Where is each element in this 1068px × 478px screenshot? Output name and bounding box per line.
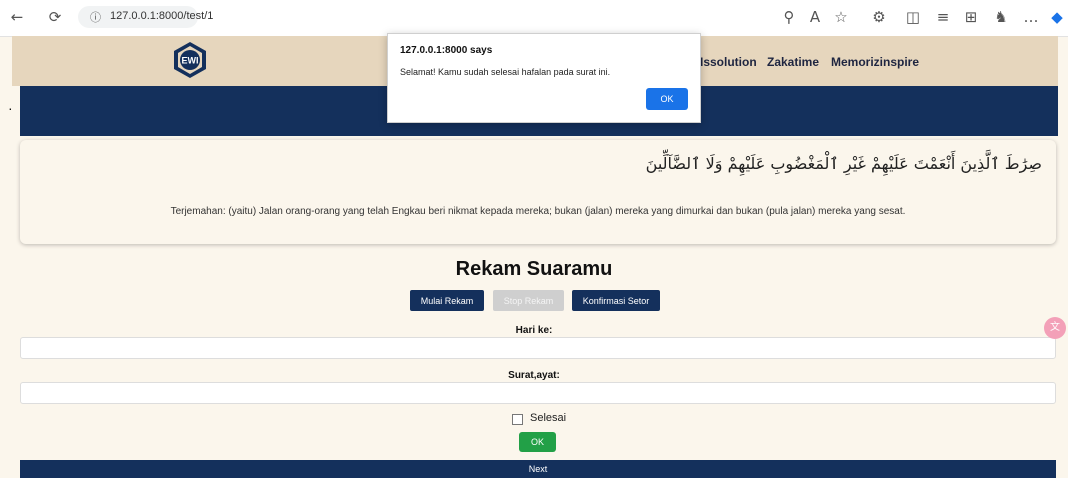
favorites-icon[interactable]: ≡ (934, 8, 952, 26)
done-checkbox[interactable] (512, 414, 523, 425)
ayah-arabic-text: صِرَٰطَ ٱلَّذِينَ أَنْعَمْتَ عَلَيْهِمْ … (645, 154, 1042, 173)
dialog-title: 127.0.0.1:8000 says (400, 45, 493, 56)
copilot-icon[interactable]: ◆ (1048, 8, 1066, 26)
nav-link-issolution[interactable]: Issolution (700, 55, 757, 69)
done-label: Selesai (530, 412, 567, 424)
next-button[interactable]: Next (20, 460, 1056, 478)
nav-link-memorizinspire[interactable]: Memorizinspire (831, 55, 919, 69)
start-record-button[interactable]: Mulai Rekam (410, 290, 484, 311)
extensions-icon[interactable]: ⚙ (870, 8, 888, 26)
browser-toolbar: ← ⟳ ⓘ 127.0.0.1:8000/test/1 ⚲ A ☆ ⚙ ◫ ≡ … (0, 0, 1068, 37)
dialog-ok-button[interactable]: OK (646, 88, 688, 110)
ayah-translation: Terjemahan: (yaitu) Jalan orang-orang ya… (170, 206, 906, 217)
zoom-icon[interactable]: ⚲ (780, 8, 798, 26)
translate-icon[interactable]: 文 (1044, 317, 1066, 339)
dialog-message: Selamat! Kamu sudah selesai hafalan pada… (400, 67, 611, 77)
read-aloud-icon[interactable]: A (806, 8, 824, 26)
refresh-icon[interactable]: ⟳ (46, 8, 64, 26)
ewi-logo[interactable]: EWI (170, 40, 210, 80)
ok-button[interactable]: OK (519, 432, 556, 452)
more-icon[interactable]: … (1022, 8, 1040, 26)
split-screen-icon[interactable]: ◫ (904, 8, 922, 26)
nav-link-zakatime[interactable]: Zakatime (767, 55, 819, 69)
recorder-title: Rekam Suaramu (455, 258, 613, 280)
info-icon[interactable]: ⓘ (90, 9, 101, 25)
back-arrow-icon[interactable]: ← (8, 8, 26, 26)
stop-record-button[interactable]: Stop Rekam (493, 290, 564, 311)
url-text[interactable]: 127.0.0.1:8000/test/1 (110, 10, 213, 22)
favorite-star-icon[interactable]: ☆ (832, 8, 850, 26)
alert-dialog: 127.0.0.1:8000 says Selamat! Kamu sudah … (387, 33, 701, 123)
ayah-card: صِرَٰطَ ٱلَّذِينَ أَنْعَمْتَ عَلَيْهِمْ … (20, 140, 1056, 244)
day-label: Hari ke: (515, 325, 553, 336)
profile-icon[interactable]: ♞ (992, 8, 1010, 26)
surah-input[interactable] (20, 382, 1056, 404)
logo-text: EWI (182, 56, 199, 66)
confirm-submit-button[interactable]: Konfirmasi Setor (572, 290, 660, 311)
surah-label: Surat,ayat: (508, 370, 560, 381)
collections-icon[interactable]: ⊞ (962, 8, 980, 26)
day-input[interactable] (20, 337, 1056, 359)
stray-dot: · (8, 100, 13, 116)
